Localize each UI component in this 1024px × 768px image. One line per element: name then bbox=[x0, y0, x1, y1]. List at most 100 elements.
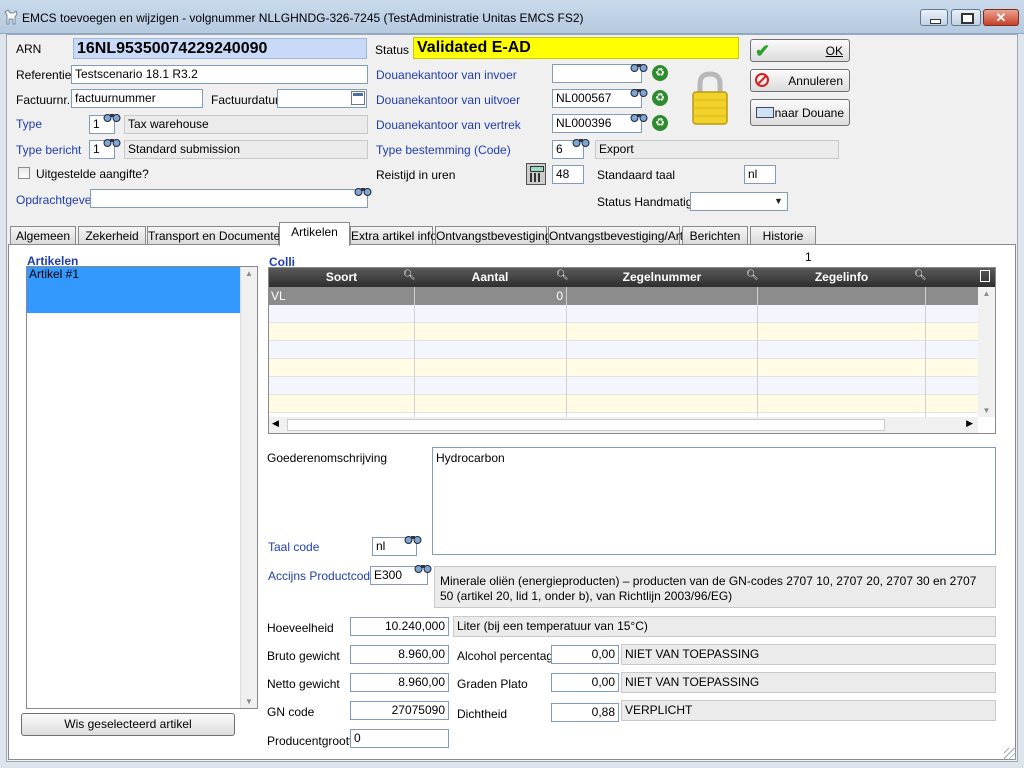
binoculars-icon[interactable] bbox=[630, 111, 648, 122]
scroll-left-icon[interactable]: ◀ bbox=[272, 418, 279, 429]
tab-zekerheid[interactable]: Zekerheid bbox=[78, 226, 146, 245]
tab-algemeen[interactable]: Algemeen bbox=[10, 226, 76, 245]
producent-label: Producentgrootte bbox=[267, 734, 360, 748]
table-row[interactable] bbox=[269, 395, 978, 413]
tab-transport-en-documenten[interactable]: Transport en Documenten bbox=[147, 226, 287, 245]
calculator-icon[interactable] bbox=[526, 163, 546, 185]
binoculars-icon[interactable] bbox=[414, 562, 432, 573]
uitgestelde-checkbox[interactable] bbox=[18, 167, 30, 179]
dichtheid-input[interactable]: 0,88 bbox=[551, 703, 619, 722]
app-icon bbox=[4, 9, 18, 25]
scroll-up-icon[interactable]: ▲ bbox=[978, 289, 995, 298]
opdrachtgever-label[interactable]: Opdrachtgever bbox=[16, 193, 95, 207]
column-chooser-icon[interactable] bbox=[980, 270, 990, 282]
colli-col-aantal[interactable]: Aantal bbox=[415, 268, 565, 287]
naar-douane-button[interactable]: naar Douane bbox=[750, 99, 850, 126]
table-row[interactable] bbox=[269, 359, 978, 377]
binoculars-icon[interactable] bbox=[404, 533, 422, 544]
recycle-icon[interactable]: ♻ bbox=[652, 115, 668, 131]
recycle-icon[interactable]: ♻ bbox=[652, 65, 668, 81]
colli-hscrollbar[interactable]: ◀ ▶ bbox=[269, 417, 978, 433]
binoculars-icon[interactable] bbox=[103, 136, 121, 147]
binoculars-icon[interactable] bbox=[354, 185, 372, 196]
search-icon[interactable]: 🔍︎ bbox=[746, 270, 759, 281]
scroll-thumb[interactable] bbox=[287, 419, 885, 431]
scroll-down-icon[interactable]: ▼ bbox=[978, 406, 995, 415]
status-handmatig-label: Status Handmatig bbox=[597, 195, 693, 209]
gn-input[interactable]: 27075090 bbox=[350, 701, 449, 720]
hoeveelheid-input[interactable]: 10.240,000 bbox=[350, 617, 449, 636]
uitgestelde-label: Uitgestelde aangifte? bbox=[36, 167, 149, 181]
chevron-down-icon[interactable]: ▼ bbox=[771, 194, 786, 209]
wis-artikel-button[interactable]: Wis geselecteerd artikel bbox=[21, 713, 235, 736]
taalcode-label[interactable]: Taal code bbox=[268, 540, 319, 554]
type-bestemming-label[interactable]: Type bestemming (Code) bbox=[376, 143, 511, 157]
artikelen-scrollbar[interactable]: ▲ ▼ bbox=[240, 267, 257, 708]
alcohol-input[interactable]: 0,00 bbox=[551, 645, 619, 664]
tab-extra-artikel-info[interactable]: Extra artikel info bbox=[350, 226, 437, 245]
dk-invoer-label[interactable]: Douanekantoor van invoer bbox=[376, 68, 517, 82]
calendar-icon[interactable] bbox=[351, 91, 365, 105]
plato-input[interactable]: 0,00 bbox=[551, 673, 619, 692]
dk-invoer-input[interactable] bbox=[552, 64, 642, 83]
tab-ontvangstbevestiging-art[interactable]: Ontvangstbevestiging/Art. bbox=[548, 226, 686, 245]
reistijd-input[interactable]: 48 bbox=[552, 165, 584, 184]
binoculars-icon[interactable] bbox=[103, 111, 121, 122]
hoeveelheid-label: Hoeveelheid bbox=[267, 621, 334, 635]
dk-vertrek-label[interactable]: Douanekantoor van vertrek bbox=[376, 118, 521, 132]
colli-col-zegelinfo[interactable]: Zegelinfo bbox=[758, 268, 925, 287]
dichtheid-note: VERPLICHT bbox=[621, 700, 996, 721]
minimize-button[interactable] bbox=[920, 9, 948, 26]
binoculars-icon[interactable] bbox=[630, 86, 648, 97]
colli-cell-soort: VL bbox=[271, 289, 286, 303]
tab-artikelen[interactable]: Artikelen bbox=[279, 222, 350, 246]
dk-uitvoer-input[interactable]: NL000567 bbox=[552, 89, 642, 108]
accijns-label[interactable]: Accijns Productcode bbox=[268, 569, 377, 583]
type-bericht-label[interactable]: Type bericht bbox=[16, 143, 81, 157]
recycle-icon[interactable]: ♻ bbox=[652, 90, 668, 106]
search-icon[interactable]: 🔍︎ bbox=[914, 270, 927, 281]
table-row[interactable] bbox=[269, 287, 978, 305]
referentie-input[interactable]: Testscenario 18.1 R3.2 bbox=[71, 65, 368, 84]
standaard-taal-input[interactable]: nl bbox=[744, 165, 776, 184]
dk-uitvoer-label[interactable]: Douanekantoor van uitvoer bbox=[376, 93, 520, 107]
table-row[interactable] bbox=[269, 305, 978, 323]
producent-input[interactable]: 0 bbox=[350, 729, 449, 748]
tab-berichten[interactable]: Berichten bbox=[682, 226, 748, 245]
scroll-right-icon[interactable]: ▶ bbox=[966, 418, 973, 429]
ok-button[interactable]: ✔ OK bbox=[750, 39, 850, 62]
grid-divider bbox=[925, 287, 926, 417]
table-row[interactable] bbox=[269, 323, 978, 341]
bruto-label: Bruto gewicht bbox=[267, 649, 340, 663]
binoculars-icon[interactable] bbox=[630, 61, 648, 72]
goederen-textarea[interactable]: Hydrocarbon bbox=[432, 447, 996, 555]
factuurnr-label: Factuurnr.: bbox=[16, 93, 74, 107]
status-badge: Validated E-AD bbox=[413, 37, 739, 59]
tab-historie[interactable]: Historie bbox=[750, 226, 816, 245]
search-icon[interactable]: 🔍︎ bbox=[403, 270, 416, 281]
opdrachtgever-input[interactable] bbox=[90, 189, 368, 208]
bruto-input[interactable]: 8.960,00 bbox=[350, 645, 449, 664]
list-item[interactable]: Artikel #1 bbox=[27, 267, 240, 313]
close-button[interactable]: ✕ bbox=[983, 9, 1019, 26]
colli-vscrollbar[interactable]: ▲ ▼ bbox=[978, 287, 995, 417]
table-row[interactable] bbox=[269, 377, 978, 395]
scroll-up-icon[interactable]: ▲ bbox=[241, 269, 257, 278]
table-row[interactable] bbox=[269, 341, 978, 359]
colli-col-zegelnummer[interactable]: Zegelnummer bbox=[567, 268, 757, 287]
binoculars-icon[interactable] bbox=[572, 136, 590, 147]
colli-col-soort[interactable]: Soort bbox=[269, 268, 414, 287]
scroll-down-icon[interactable]: ▼ bbox=[241, 697, 257, 706]
type-label[interactable]: Type bbox=[16, 117, 42, 131]
maximize-button[interactable] bbox=[951, 9, 981, 26]
window-title: EMCS toevoegen en wijzigen - volgnummer … bbox=[22, 11, 584, 25]
tab-ontvangstbevestiging[interactable]: Ontvangstbevestiging bbox=[435, 226, 551, 245]
annuleren-button[interactable]: Annuleren bbox=[750, 69, 850, 92]
netto-input[interactable]: 8.960,00 bbox=[350, 673, 449, 692]
resize-grip-icon[interactable] bbox=[1004, 748, 1016, 760]
artikelen-list[interactable]: Artikel #1 ▲ ▼ bbox=[26, 266, 258, 709]
dk-vertrek-input[interactable]: NL000396 bbox=[552, 114, 642, 133]
alcohol-label: Alcohol percentage bbox=[457, 649, 560, 663]
factuurnr-input[interactable]: factuurnummer bbox=[71, 89, 203, 108]
search-icon[interactable]: 🔍︎ bbox=[556, 270, 569, 281]
